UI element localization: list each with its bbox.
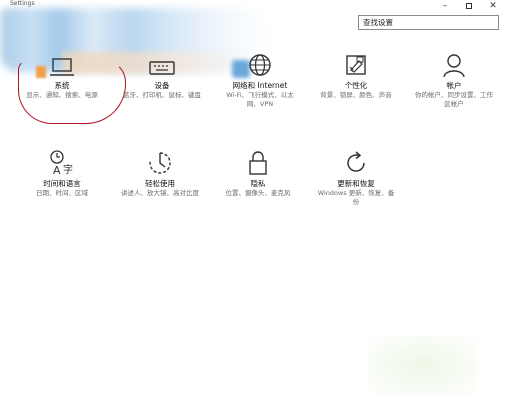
item-description: Windows 更新、恢复、备份 [317, 189, 395, 206]
person-icon [408, 48, 500, 78]
maximize-icon [466, 3, 472, 9]
item-title: 设备 [154, 81, 170, 90]
close-button[interactable]: ✕ [481, 0, 505, 12]
minimize-button[interactable]: – [433, 0, 457, 12]
maximize-button[interactable] [457, 0, 481, 12]
item-title: 隐私 [250, 179, 266, 188]
settings-item-devices[interactable]: 设备 蓝牙、打印机、鼠标、键盘 [116, 48, 208, 100]
window-controls: – ✕ [433, 0, 505, 12]
title-bar: Settings – ✕ [0, 0, 505, 12]
item-description: 讲述人、放大镜、高对比度 [121, 189, 199, 197]
item-description: 日期、时间、区域 [36, 189, 88, 197]
refresh-icon [310, 146, 402, 176]
window-title: Settings [10, 0, 35, 7]
item-title: 网络和 Internet [232, 81, 288, 90]
item-description: 背景、锁屏、颜色、声音 [320, 91, 392, 99]
item-title: 帐户 [446, 81, 462, 90]
item-description: 位置、摄像头、麦克风 [225, 189, 291, 197]
settings-item-update-recovery[interactable]: 更新和恢复 Windows 更新、恢复、备份 [310, 146, 402, 207]
item-title: 时间和语言 [43, 179, 81, 188]
time-language-icon: A字 [16, 146, 108, 176]
keyboard-icon [116, 48, 208, 78]
item-title: 个性化 [344, 81, 368, 90]
paint-icon [310, 48, 402, 78]
background-haze [368, 336, 478, 396]
svg-text:字: 字 [63, 163, 73, 176]
minimize-icon: – [442, 1, 448, 11]
laptop-icon [16, 48, 108, 78]
svg-text:A: A [53, 164, 61, 176]
item-description: 显示、通知、搜索、电源 [26, 91, 98, 99]
search-box [358, 15, 499, 30]
settings-item-ease-of-access[interactable]: 轻松使用 讲述人、放大镜、高对比度 [114, 146, 206, 198]
close-icon: ✕ [489, 1, 497, 11]
settings-item-privacy[interactable]: 隐私 位置、摄像头、麦克风 [212, 146, 304, 198]
item-description: 你的帐户、同步设置、工作区帐户 [415, 91, 493, 108]
search-input[interactable] [363, 16, 498, 29]
item-title: 系统 [54, 81, 70, 90]
ease-of-access-icon [114, 146, 206, 176]
globe-icon [214, 48, 306, 78]
item-title: 更新和恢复 [337, 179, 375, 188]
item-description: Wi-Fi、飞行模式、以太网、VPN [226, 91, 294, 108]
settings-item-system[interactable]: 系统 显示、通知、搜索、电源 [16, 48, 108, 100]
settings-item-accounts[interactable]: 帐户 你的帐户、同步设置、工作区帐户 [408, 48, 500, 109]
settings-item-network[interactable]: 网络和 Internet Wi-Fi、飞行模式、以太网、VPN [214, 48, 306, 109]
settings-item-time-language[interactable]: A字 时间和语言 日期、时间、区域 [16, 146, 108, 198]
lock-icon [212, 146, 304, 176]
item-description: 蓝牙、打印机、鼠标、键盘 [123, 91, 201, 99]
settings-item-personalization[interactable]: 个性化 背景、锁屏、颜色、声音 [310, 48, 402, 100]
item-title: 轻松使用 [145, 179, 175, 188]
